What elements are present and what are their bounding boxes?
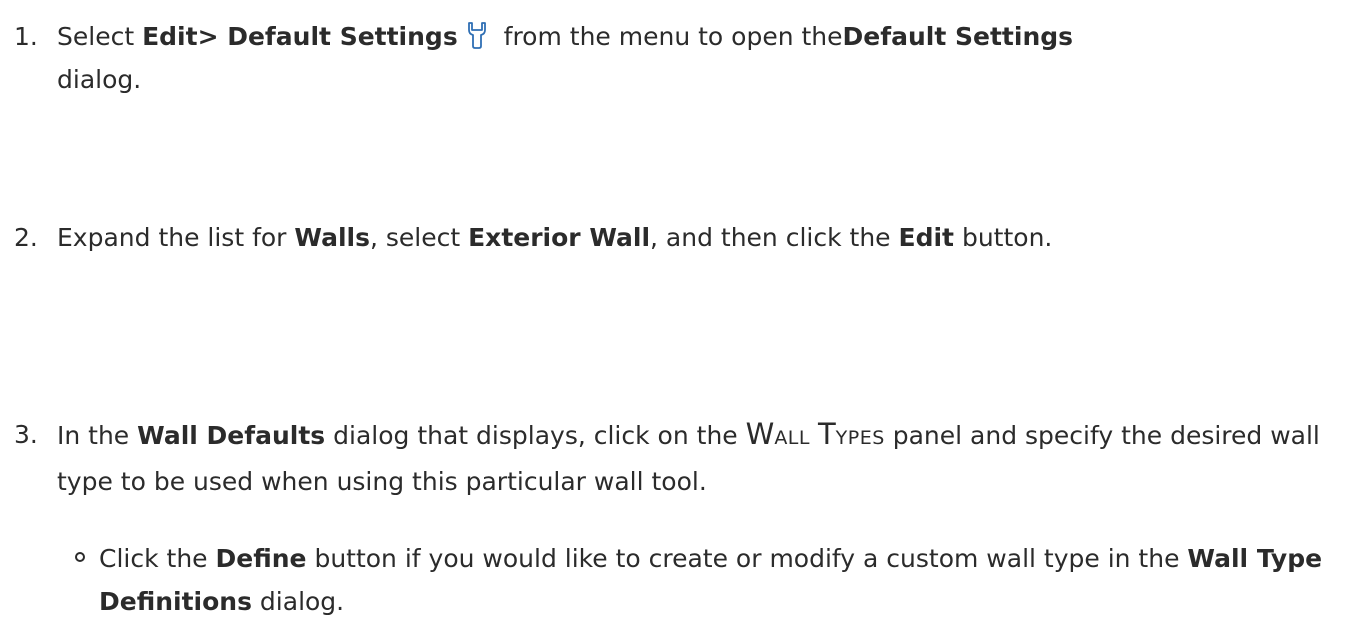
bullet-icon [75,552,85,562]
dialog-name: Wall Defaults [137,421,326,450]
step-number: 2. [14,223,38,252]
wrench-icon [467,22,486,49]
step-number: 3. [14,420,38,449]
step-number: 1. [14,22,38,51]
step-text: In the Wall Defaults dialog that display… [57,417,1320,496]
button-name: Edit [898,223,955,252]
panel-name: WALL TYPES [745,417,885,451]
button-name: Define [215,544,307,573]
item-name: Exterior Wall [468,223,651,252]
category-name: Walls [294,223,370,252]
sub-step-text: Click the Define button if you would lik… [99,544,1323,616]
step-text: Select Edit> Default Settings from the m… [57,22,1074,94]
step-text: Expand the list for Walls, select Exteri… [57,223,1053,252]
dialog-name: Default Settings [842,22,1074,51]
menu-path: Edit> Default Settings [142,22,458,51]
